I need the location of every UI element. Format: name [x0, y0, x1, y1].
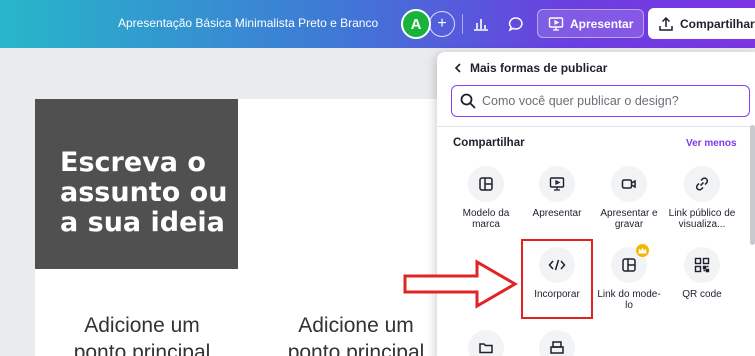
present-option[interactable]: Apresentar — [522, 166, 592, 219]
present-icon — [548, 16, 564, 31]
link-icon — [695, 177, 709, 191]
slide-headline[interactable]: Escreva o assunto ou a sua ideia — [60, 148, 235, 238]
folder-option[interactable] — [451, 330, 521, 356]
search-icon — [460, 93, 476, 109]
print-option[interactable] — [522, 330, 592, 356]
public-link-option[interactable]: Link público de visualiza... — [667, 166, 737, 230]
present-icon — [549, 177, 565, 191]
divider — [462, 14, 463, 34]
red-arrow-icon — [403, 259, 518, 309]
top-bar: Apresentação Básica Minimalista Preto e … — [0, 0, 755, 48]
comment-icon[interactable] — [503, 12, 529, 36]
present-record-option[interactable]: Apresentar e gravar — [594, 166, 664, 230]
brand-template-icon — [479, 177, 493, 191]
option-label: Modelo da marca — [462, 208, 510, 230]
premium-crown-icon — [636, 244, 649, 257]
divider — [437, 126, 755, 127]
back-label: Mais formas de publicar — [470, 61, 608, 75]
folder-icon — [479, 343, 493, 354]
upload-icon — [659, 16, 673, 31]
share-label: Compartilhar — [680, 16, 755, 31]
option-label: Link do mode-lo — [597, 289, 661, 311]
share-button[interactable]: Compartilhar — [648, 8, 755, 39]
add-collaborator-button[interactable]: + — [429, 11, 455, 37]
see-less-link[interactable]: Ver menos — [686, 138, 737, 149]
chevron-left-icon — [454, 63, 461, 73]
section-title: Compartilhar — [453, 137, 525, 149]
qr-code-icon — [694, 257, 710, 273]
document-title[interactable]: Apresentação Básica Minimalista Preto e … — [118, 16, 378, 30]
print-icon — [550, 341, 564, 354]
search-input[interactable] — [482, 94, 742, 108]
present-button[interactable]: Apresentar — [537, 9, 644, 38]
present-label: Apresentar — [570, 16, 634, 31]
analytics-icon[interactable] — [468, 12, 494, 36]
option-label: Apresentar e gravar — [600, 208, 658, 230]
back-header[interactable]: Mais formas de publicar — [454, 61, 607, 75]
qr-code-option[interactable]: QR code — [667, 247, 737, 300]
template-link-option[interactable]: Link do mode-lo — [594, 244, 664, 311]
record-icon — [621, 179, 636, 189]
main-point-text[interactable]: Adicione um ponto principal — [62, 312, 222, 356]
avatar[interactable]: A — [401, 9, 431, 39]
option-label: QR code — [682, 289, 722, 300]
scrollbar[interactable] — [750, 125, 755, 245]
option-label: Apresentar — [532, 208, 582, 219]
option-label: Link público de visualiza... — [668, 208, 736, 230]
search-field[interactable] — [451, 85, 750, 117]
template-link-icon — [622, 258, 636, 272]
brand-template-option[interactable]: Modelo da marca — [451, 166, 521, 230]
embed-highlight-box — [521, 239, 593, 319]
main-point-text[interactable]: Adicione um ponto principal — [276, 312, 436, 356]
